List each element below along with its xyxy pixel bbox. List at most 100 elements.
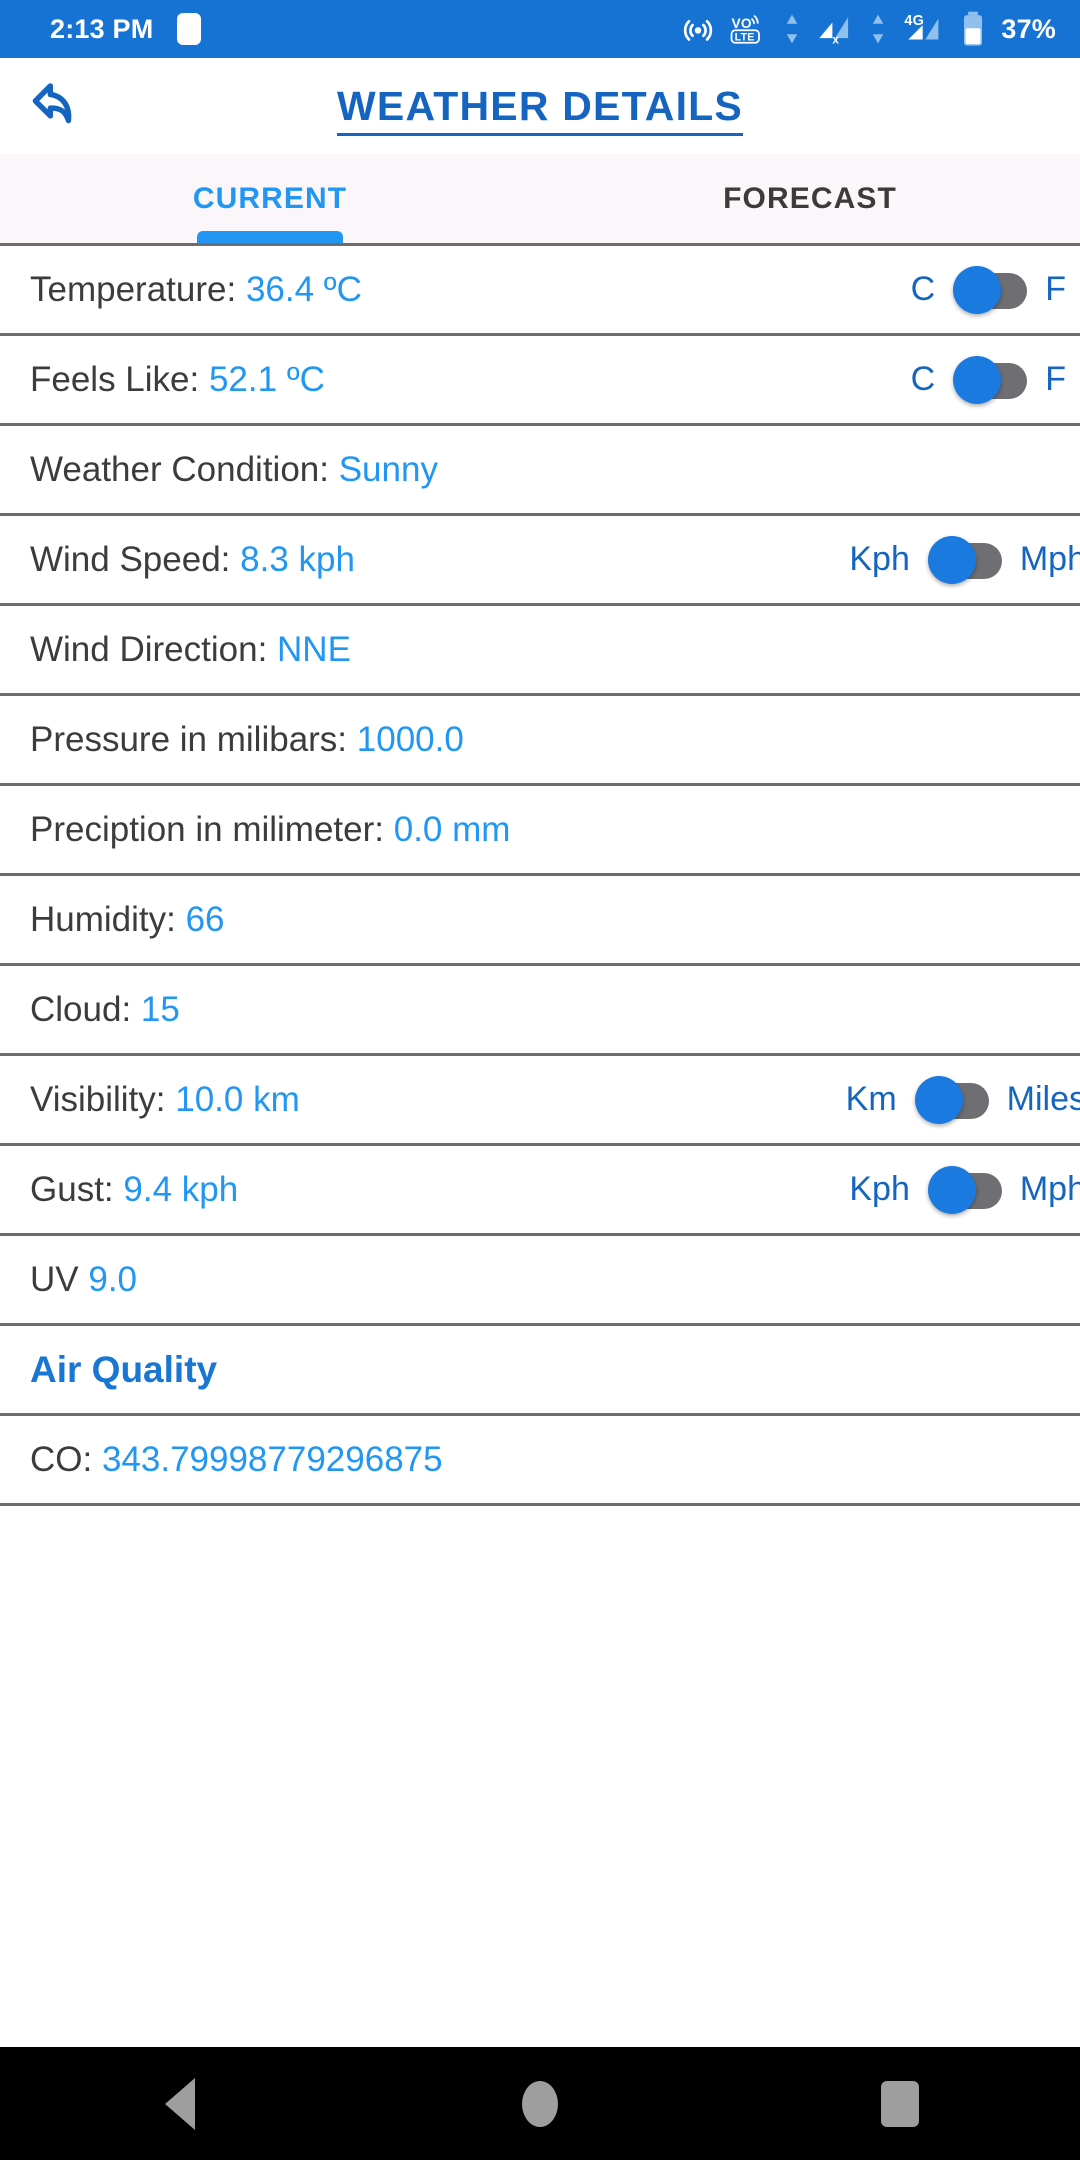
row-feels-like-value: 52.1 ºC	[208, 359, 325, 399]
row-cloud: Cloud: 15	[0, 966, 1080, 1056]
row-cloud-label: Cloud:	[30, 989, 141, 1029]
row-temperature-label: Temperature:	[30, 269, 246, 309]
row-wind-speed-text: Wind Speed: 8.3 kph	[30, 540, 355, 580]
status-bar-clock: 2:13 PM	[50, 13, 154, 44]
row-humidity-label: Humidity:	[30, 899, 186, 939]
row-wind-direction-value: NNE	[277, 629, 351, 669]
row-co-label: CO:	[30, 1439, 102, 1479]
svg-text:LTE: LTE	[735, 31, 755, 43]
row-temperature-unit-left-label[interactable]: C	[911, 270, 936, 309]
row-wind-speed-unit-switch[interactable]	[927, 535, 1002, 584]
row-pressure-text: Pressure in milibars: 1000.0	[30, 720, 464, 760]
switch-thumb	[953, 355, 1002, 404]
row-uv-label: UV	[30, 1259, 89, 1299]
row-gust-label: Gust:	[30, 1169, 124, 1209]
row-visibility-unit-right-label[interactable]: Miles	[1007, 1080, 1080, 1119]
row-temperature-value: 36.4 ºC	[245, 269, 362, 309]
row-wind-speed-unit-toggle-group: Kph Mph	[849, 535, 1080, 584]
row-feels-like-unit-toggle-group: CF	[911, 355, 1066, 404]
row-wind-speed: Wind Speed: 8.3 kph Kph Mph	[0, 516, 1080, 606]
status-bar-right: VO LTE x 4G 37%	[681, 11, 1056, 47]
row-visibility-label: Visibility:	[30, 1079, 176, 1119]
row-uv-text: UV 9.0	[30, 1260, 137, 1300]
row-visibility-unit-toggle-group: Km Miles	[846, 1075, 1080, 1124]
triangle-back-icon	[165, 2077, 195, 2130]
row-co: CO: 343.79998779296875	[0, 1416, 1080, 1506]
row-pressure-value: 1000.0	[356, 719, 464, 759]
row-wind-speed-value: 8.3 kph	[240, 539, 355, 579]
switch-thumb	[953, 265, 1002, 314]
row-weather-condition: Weather Condition: Sunny	[0, 426, 1080, 516]
switch-thumb	[927, 535, 976, 584]
row-feels-like: Feels Like: 52.1 ºC C F	[0, 336, 1080, 426]
row-wind-direction-label: Wind Direction:	[30, 629, 278, 669]
phone-screen: 2:13 PM VO LTE x 4G 37% WEATHER DETAILS …	[0, 0, 1080, 2160]
row-gust-text: Gust: 9.4 kph	[30, 1170, 238, 1210]
row-feels-like-text: Feels Like: 52.1 ºC	[30, 360, 325, 400]
nav-recents-button[interactable]	[810, 2080, 990, 2127]
row-air-quality-header: Air Quality	[0, 1326, 1080, 1416]
hotspot-icon	[681, 12, 715, 46]
row-visibility-unit-switch[interactable]	[914, 1075, 989, 1124]
row-weather-condition-value: Sunny	[338, 449, 438, 489]
row-feels-like-unit-left-label[interactable]: C	[911, 360, 936, 399]
row-temperature-unit-toggle-group: CF	[911, 265, 1066, 314]
row-visibility-unit-left-label[interactable]: Km	[846, 1080, 897, 1119]
row-temperature-unit-right-label[interactable]: F	[1045, 270, 1066, 309]
row-pressure: Pressure in milibars: 1000.0	[0, 696, 1080, 786]
row-air-quality-header-label: Air Quality	[30, 1348, 218, 1390]
app-bar: WEATHER DETAILS	[0, 58, 1080, 154]
row-uv: UV 9.0	[0, 1236, 1080, 1326]
row-uv-value: 9.0	[88, 1259, 138, 1299]
page-title: WEATHER DETAILS	[0, 82, 1080, 136]
battery-icon	[961, 11, 985, 47]
row-humidity-text: Humidity: 66	[30, 900, 225, 940]
square-recents-icon	[881, 2080, 919, 2127]
data-transfer-icon	[783, 12, 801, 46]
row-feels-like-unit-switch[interactable]	[953, 355, 1028, 404]
row-precipitation-value: 0.0 mm	[393, 809, 511, 849]
status-bar: 2:13 PM VO LTE x 4G 37%	[0, 0, 1080, 58]
svg-text:x: x	[833, 33, 840, 46]
row-cloud-text: Cloud: 15	[30, 990, 180, 1030]
row-temperature-unit-switch[interactable]	[953, 265, 1028, 314]
nav-home-button[interactable]	[450, 2080, 630, 2127]
row-cloud-value: 15	[140, 989, 180, 1029]
status-bar-app-indicator-icon	[177, 13, 202, 45]
row-humidity-value: 66	[185, 899, 225, 939]
tab-forecast[interactable]: FORECAST	[540, 182, 1080, 216]
sim2-signal-icon: 4G	[901, 12, 947, 46]
row-pressure-label: Pressure in milibars:	[30, 719, 357, 759]
row-co-value: 343.79998779296875	[101, 1439, 443, 1479]
row-gust: Gust: 9.4 kph Kph Mph	[0, 1146, 1080, 1236]
row-visibility-text: Visibility: 10.0 km	[30, 1080, 300, 1120]
row-weather-condition-label: Weather Condition:	[30, 449, 339, 489]
row-gust-unit-left-label[interactable]: Kph	[849, 1170, 910, 1209]
status-bar-left: 2:13 PM	[50, 13, 202, 45]
row-gust-unit-switch[interactable]	[927, 1165, 1002, 1214]
tab-bar: CURRENT FORECAST	[0, 154, 1080, 246]
weather-details-list: Temperature: 36.4 ºC C F Feels Like: 52.1 º…	[0, 246, 1080, 1506]
row-gust-value: 9.4 kph	[123, 1169, 239, 1209]
volte-icon: VO LTE	[729, 12, 769, 46]
row-wind-speed-unit-left-label[interactable]: Kph	[849, 540, 910, 579]
row-co-text: CO: 343.79998779296875	[30, 1440, 443, 1480]
row-air-quality-header-text: Air Quality	[30, 1349, 217, 1391]
row-precipitation-text: Preciption in milimeter: 0.0 mm	[30, 810, 510, 850]
switch-thumb	[914, 1075, 963, 1124]
row-wind-speed-unit-right-label[interactable]: Mph	[1020, 540, 1080, 579]
row-feels-like-unit-right-label[interactable]: F	[1045, 360, 1066, 399]
row-precipitation-label: Preciption in milimeter:	[30, 809, 394, 849]
row-wind-speed-label: Wind Speed:	[30, 539, 241, 579]
row-wind-direction: Wind Direction: NNE	[0, 606, 1080, 696]
row-visibility-value: 10.0 km	[175, 1079, 300, 1119]
sim1-signal-icon: x	[815, 12, 855, 46]
nav-back-button[interactable]	[90, 2077, 270, 2130]
svg-text:VO: VO	[732, 16, 752, 31]
row-gust-unit-right-label[interactable]: Mph	[1020, 1170, 1080, 1209]
row-weather-condition-text: Weather Condition: Sunny	[30, 450, 438, 490]
data-transfer-icon-2	[869, 12, 887, 46]
system-navigation-bar	[0, 2047, 1080, 2160]
row-precipitation: Preciption in milimeter: 0.0 mm	[0, 786, 1080, 876]
tab-current[interactable]: CURRENT	[0, 182, 540, 216]
